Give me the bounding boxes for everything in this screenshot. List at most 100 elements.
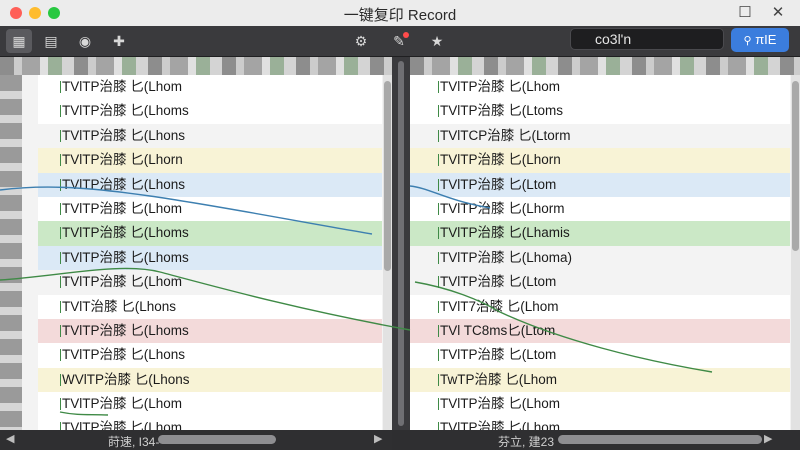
list-item[interactable]: TVlTP治膝 匕(Lhoms: [38, 245, 382, 271]
list-item[interactable]: TVlTP治膝 匕(Lhoms: [38, 318, 382, 344]
scroll-left-icon[interactable]: ◀: [6, 432, 14, 445]
scroll-right-icon[interactable]: ▶: [764, 432, 772, 445]
list-item-label: TVlTP治膝 匕(Ltom: [440, 176, 557, 192]
list-item[interactable]: TVlTP治膝 匕(Lhons: [38, 124, 382, 148]
side-thumbnail-strip: [0, 75, 22, 430]
list-item[interactable]: TVlTP治膝 匕(Lhoms: [38, 99, 382, 124]
list-item[interactable]: TwTP治膝 匕(Lhom: [410, 367, 790, 393]
row-marker: [438, 202, 439, 215]
row-marker: [60, 422, 61, 430]
row-marker: [438, 422, 439, 430]
list-item-label: TVlTP治膝 匕(Lhons: [62, 176, 186, 192]
list-item[interactable]: TVlTP治膝 匕(Lhom: [38, 270, 382, 294]
list-item[interactable]: TVlTP治膝 匕(Lhom: [38, 196, 382, 222]
left-pane[interactable]: TVlTP治膝 匕(Lhom TVlTP治膝 匕(Lhoms TVlTP治膝 匕(L…: [0, 57, 392, 430]
list-item-label: TVlTP治膝 匕(Lhoms: [62, 225, 189, 241]
list-item[interactable]: TVlTP治膝 匕(Lhom: [410, 75, 790, 100]
search-input[interactable]: [570, 28, 724, 50]
list-item[interactable]: TVlTP治膝 匕(Ltom: [410, 172, 790, 197]
list-item[interactable]: TVlT治膝 匕(Lhons: [38, 294, 382, 319]
list-item-label: TVlTP治膝 匕(Lhom: [62, 420, 183, 430]
row-marker: [60, 105, 61, 118]
list-item-label: TVlTP治膝 匕(Lhom: [62, 274, 183, 290]
list-item[interactable]: TVlTP治膝 匕(Lhom: [38, 416, 382, 430]
splitter-grip[interactable]: [398, 61, 404, 426]
save-icon[interactable]: ▤: [38, 29, 64, 53]
crop-move-icon[interactable]: ✚: [106, 29, 132, 53]
search-magnifier-icon: ⚲: [743, 35, 752, 47]
left-horizontal-scroll-thumb[interactable]: [158, 435, 276, 444]
gear-icon[interactable]: ⚙: [348, 29, 374, 53]
list-item[interactable]: TVlTP治膝 匕(Lhoms: [38, 221, 382, 246]
list-item-label: TVlTP治膝 匕(Lhom: [440, 396, 561, 412]
list-item[interactable]: WVlTP治膝 匕(Lhons: [38, 367, 382, 393]
row-marker: [438, 227, 439, 240]
layout-icon[interactable]: ▦: [6, 29, 32, 53]
left-list: TVlTP治膝 匕(Lhom TVlTP治膝 匕(Lhoms TVlTP治膝 匕(L…: [38, 75, 382, 430]
list-item-label: TVlTP治膝 匕(Lhom: [62, 396, 183, 412]
row-marker: [438, 324, 439, 337]
list-item-label: TVlTP治膝 匕(Lhoma): [440, 249, 573, 265]
thumbnail-strip: [410, 57, 800, 75]
row-marker: [60, 373, 61, 386]
list-item-label: TVlT7治膝 匕(Lhom: [440, 298, 559, 314]
list-item[interactable]: TVlTP治膝 匕(Lhorn: [38, 148, 382, 173]
row-marker: [438, 105, 439, 118]
list-item[interactable]: TVlTP治膝 匕(Lhons: [38, 343, 382, 368]
list-item-label: TVlTP治膝 匕(Lhoms: [62, 249, 189, 265]
star-icon[interactable]: ★: [424, 29, 450, 53]
right-list: TVlTP治膝 匕(Lhom TVlTP治膝 匕(Ltoms TVlTCP治膝 匕(…: [410, 75, 790, 430]
right-scroll-thumb[interactable]: [792, 81, 799, 251]
scroll-right-icon[interactable]: ▶: [374, 432, 382, 445]
row-marker: [60, 81, 61, 93]
row-marker: [438, 373, 439, 386]
list-item-label: TVlTP治膝 匕(Lhom: [440, 420, 561, 430]
list-item[interactable]: TVlTP治膝 匕(Lhom: [410, 416, 790, 430]
row-marker: [438, 178, 439, 191]
list-item-label: WVlTP治膝 匕(Lhons: [62, 371, 190, 387]
list-item[interactable]: TVlT7治膝 匕(Lhom: [410, 294, 790, 319]
list-item-label: TVlTP治膝 匕(Lhamis: [440, 225, 570, 241]
row-marker: [60, 202, 61, 215]
list-item[interactable]: TVlTP治膝 匕(Lhorn: [410, 148, 790, 173]
list-item-label: TVlTP治膝 匕(Ltom: [440, 274, 557, 290]
list-item[interactable]: TVlTCP治膝 匕(Ltorm: [410, 124, 790, 148]
pane-splitter[interactable]: [392, 57, 410, 430]
search-button-label: πIE: [755, 32, 777, 47]
list-item-label: TwTP治膝 匕(Lhom: [440, 371, 558, 387]
list-item-label: TVlTP治膝 匕(Lhom: [62, 200, 183, 216]
camera-icon[interactable]: ◉: [72, 29, 98, 53]
pen-badge-icon[interactable]: ✎: [386, 29, 412, 53]
left-scroll-thumb[interactable]: [384, 81, 391, 271]
list-item-label: TVlTP治膝 匕(Ltoms: [440, 103, 564, 119]
list-item[interactable]: TVlTP治膝 匕(Lhorm: [410, 196, 790, 222]
right-pane[interactable]: TVlTP治膝 匕(Lhom TVlTP治膝 匕(Ltoms TVlTCP治膝 匕(…: [410, 57, 800, 430]
list-item[interactable]: TVlTP治膝 匕(Ltom: [410, 270, 790, 294]
app-window: 一键复印 Record ☐ ✕ ▦ ▤ ◉ ✚ ⚙ ✎ ★ ⚲ ⚲ πIE TV…: [0, 0, 800, 450]
right-horizontal-scroll-thumb[interactable]: [558, 435, 762, 444]
list-item[interactable]: TVlTP治膝 匕(Lhom: [410, 392, 790, 417]
list-item[interactable]: TVlTP治膝 匕(Lhom: [38, 392, 382, 417]
list-item[interactable]: TVlTP治膝 匕(Lhamis: [410, 221, 790, 246]
list-item[interactable]: TVlTP治膝 匕(Lhoma): [410, 246, 790, 270]
list-item-label: TVlTP治膝 匕(Lhoms: [62, 103, 189, 119]
bookmark-icon[interactable]: ☐: [735, 3, 755, 23]
close-icon[interactable]: ✕: [768, 3, 788, 23]
row-marker: [60, 129, 61, 142]
list-item[interactable]: TVlTP治膝 匕(Ltoms: [410, 99, 790, 124]
list-item[interactable]: TVl TC8ms匕(Ltom: [410, 318, 790, 344]
list-item[interactable]: TVlTP治膝 匕(Lhons: [38, 172, 382, 197]
search-button[interactable]: ⚲ πIE: [731, 28, 789, 52]
row-marker: [60, 300, 61, 313]
row-marker: [60, 178, 61, 191]
left-vertical-scrollbar[interactable]: [383, 75, 392, 430]
row-marker: [438, 129, 439, 142]
left-status-label: 莳速, I34-: [108, 435, 160, 449]
row-marker: [60, 154, 61, 167]
list-item-label: TVlTP治膝 匕(Lhons: [62, 127, 186, 143]
list-item[interactable]: TVlTP治膝 匕(Ltom: [410, 343, 790, 368]
list-item-label: TVlT治膝 匕(Lhons: [62, 298, 177, 314]
list-item-label: TVlTP治膝 匕(Lhons: [62, 347, 186, 363]
list-item[interactable]: TVlTP治膝 匕(Lhom: [38, 75, 382, 100]
right-vertical-scrollbar[interactable]: [791, 75, 800, 430]
